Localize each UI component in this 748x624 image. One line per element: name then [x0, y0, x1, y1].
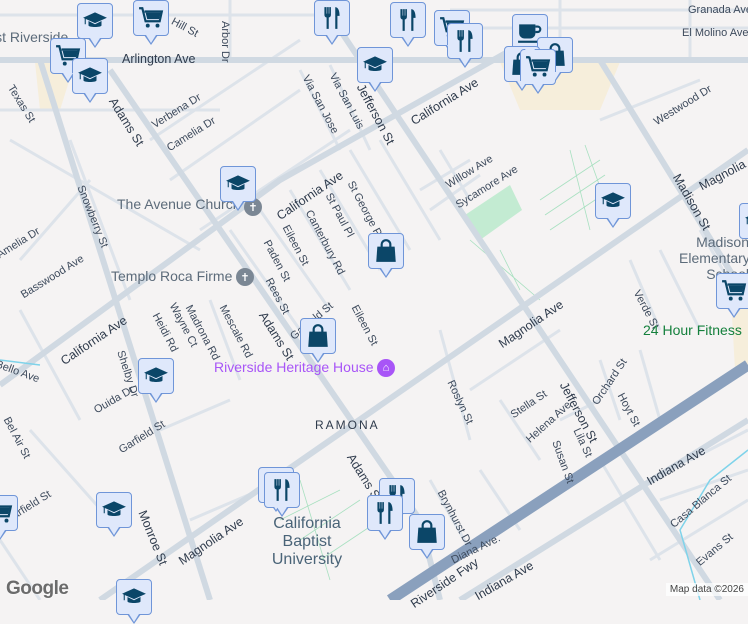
street-label: Arbor Dr: [219, 21, 231, 63]
school-marker[interactable]: [77, 3, 113, 48]
school-marker[interactable]: [357, 47, 393, 92]
restaurant-marker[interactable]: [314, 0, 350, 45]
map-attribution[interactable]: Map data ©2026: [665, 583, 748, 596]
google-logo: Google: [6, 578, 69, 599]
place-label-templo-roca-firme[interactable]: Templo Roca Firme: [111, 268, 232, 284]
shopping-cart-icon: [0, 500, 13, 526]
shopping-marker[interactable]: [133, 0, 169, 45]
graduation-cap-icon: [744, 208, 748, 234]
street-label: El Molino Ave: [682, 27, 748, 39]
graduation-cap-icon: [77, 63, 103, 89]
shopping-marker[interactable]: [368, 233, 404, 278]
restaurant-marker[interactable]: [447, 23, 483, 68]
shopping-cart-icon: [525, 54, 551, 80]
museum-icon[interactable]: ⌂: [377, 359, 395, 377]
graduation-cap-icon: [225, 171, 251, 197]
place-label-riverside-heritage-house[interactable]: Riverside Heritage House: [214, 359, 374, 375]
graduation-cap-icon: [362, 52, 388, 78]
school-marker[interactable]: [116, 579, 152, 624]
school-marker[interactable]: [220, 166, 256, 211]
place-label-california-baptist-university[interactable]: California Baptist University: [262, 515, 352, 569]
shopping-marker[interactable]: [716, 273, 748, 318]
fork-knife-icon: [269, 477, 295, 503]
school-marker[interactable]: [739, 203, 748, 239]
church-icon[interactable]: ✝: [236, 268, 254, 286]
graduation-cap-icon: [82, 8, 108, 34]
neighborhood-label-ramona: RAMONA: [315, 418, 380, 432]
school-marker[interactable]: [595, 183, 631, 228]
shopping-cart-icon: [138, 5, 164, 31]
shopping-cart-icon: [721, 278, 747, 304]
graduation-cap-icon: [121, 584, 147, 610]
shopping-bag-icon: [414, 519, 440, 545]
shopping-marker[interactable]: [0, 495, 18, 540]
school-marker[interactable]: [72, 58, 108, 103]
restaurant-marker[interactable]: [264, 472, 300, 517]
graduation-cap-icon: [143, 363, 169, 389]
graduation-cap-icon: [101, 497, 127, 523]
school-marker[interactable]: [138, 358, 174, 403]
place-label-24-hour-fitness[interactable]: 24 Hour Fitness: [643, 322, 742, 338]
shopping-marker[interactable]: [409, 514, 445, 559]
graduation-cap-icon: [600, 188, 626, 214]
fork-knife-icon: [395, 7, 421, 33]
fork-knife-icon: [319, 5, 345, 31]
street-label: Arlington Ave: [122, 52, 196, 66]
shopping-bag-icon: [305, 323, 331, 349]
shopping-bag-icon: [373, 238, 399, 264]
restaurant-marker[interactable]: [390, 2, 426, 47]
shopping-marker[interactable]: [300, 318, 336, 363]
street-label: Granada Ave: [688, 4, 748, 16]
school-marker[interactable]: [96, 492, 132, 537]
